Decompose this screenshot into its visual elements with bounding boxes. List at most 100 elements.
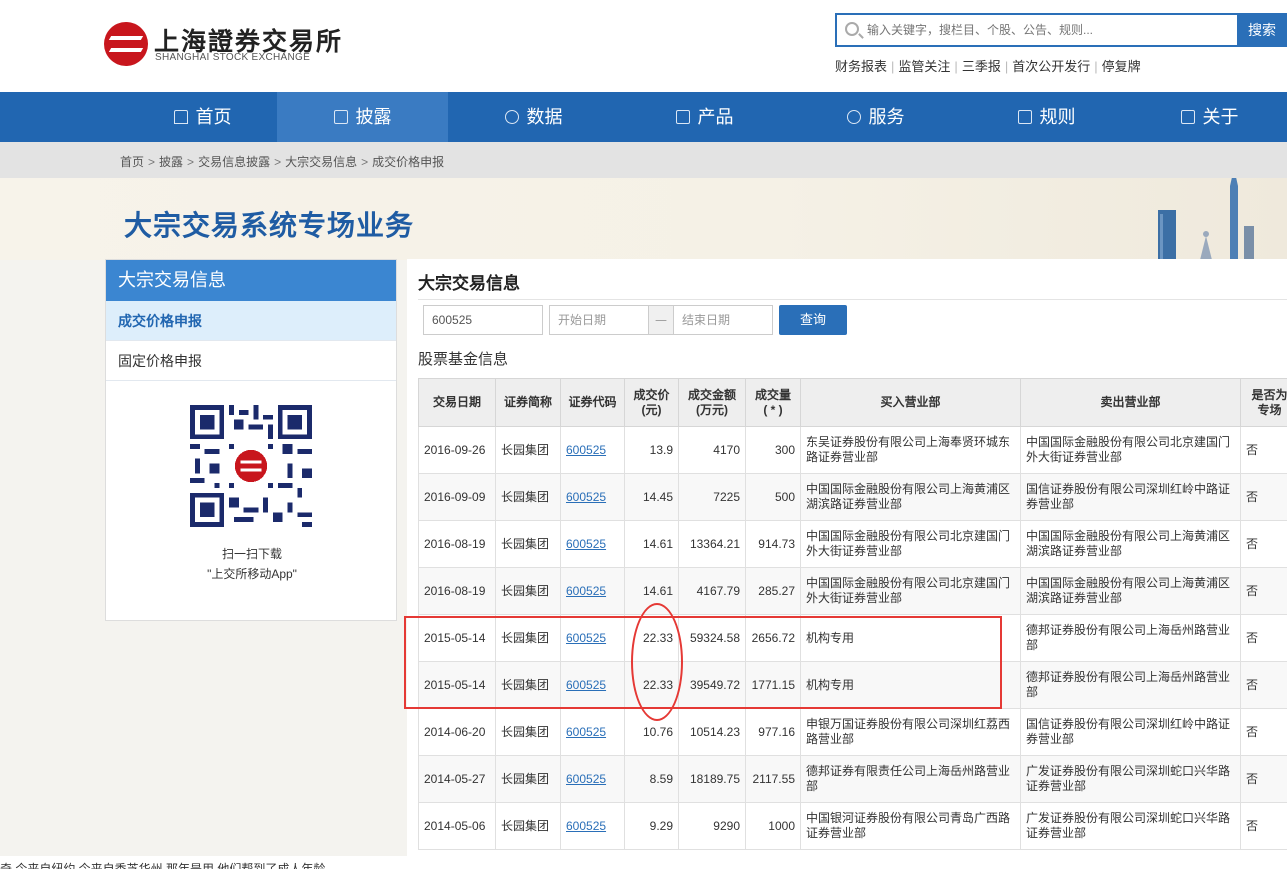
special-cell: 否 [1240,661,1287,709]
quick-link-financial-report[interactable]: 财务报表 [835,59,891,74]
security-code-cell: 600525 [560,661,625,709]
table-header-row: 交易日期 证券简称 证券代码 成交价 (元) 成交金额 (万元) 成交量 ( * ) 买入营… [418,378,1287,427]
sse-logo-icon [104,22,148,66]
search-icon [845,22,859,36]
short-name-cell: 长园集团 [495,520,561,568]
end-date-input[interactable]: 结束日期 [673,305,773,335]
block-trade-table: 交易日期 证券简称 证券代码 成交价 (元) 成交金额 (万元) 成交量 ( * ) 买入营… [418,378,1287,850]
sse-logo[interactable]: 上海證券交易所 SHANGHAI STOCK EXCHANGE [104,20,341,70]
volume-cell: 285.27 [745,567,801,615]
col-volume-header: 成交量 ( * ) [745,378,801,427]
price-cell: 13.9 [624,426,679,474]
sidebar-item-trade-price[interactable]: 成交价格申报 [106,301,396,341]
logo-english-name: SHANGHAI STOCK EXCHANGE [155,52,311,63]
breadcrumb-block-trade[interactable]: 大宗交易信息 [285,155,357,169]
quick-links: 财务报表 | 监管关注 | 三季报 | 首次公开发行 | 停复牌 [835,56,1145,75]
start-date-input[interactable]: 开始日期 [549,305,649,335]
volume-cell: 977.16 [745,708,801,756]
price-cell: 14.45 [624,473,679,521]
security-code-cell: 600525 [560,520,625,568]
volume-cell: 1771.15 [745,661,801,709]
buyer-cell: 中国银河证券股份有限公司青岛广西路证券营业部 [800,802,1021,850]
security-code-link[interactable]: 600525 [566,678,606,692]
seller-cell: 德邦证券股份有限公司上海岳州路营业部 [1020,661,1241,709]
title-divider [418,299,1287,300]
security-code-input[interactable]: 600525 [423,305,543,335]
page-title: 大宗交易系统专场业务 [124,210,415,241]
sidebar: 大宗交易信息 成交价格申报 固定价格申报 扫一扫下载 "上交所移动App" [105,259,397,621]
quick-link-suspension[interactable]: 停复牌 [1098,59,1145,74]
special-cell: 否 [1240,520,1287,568]
trade-date-cell: 2016-09-26 [418,426,496,474]
search-button[interactable]: 搜索 [1237,13,1287,47]
security-code-cell: 600525 [560,802,625,850]
price-cell: 14.61 [624,567,679,615]
quick-link-q3-report[interactable]: 三季报 [958,59,1005,74]
amount-cell: 4170 [678,426,746,474]
nav-item-services[interactable]: 服务 [790,92,961,142]
nav-item-data[interactable]: 数据 [448,92,619,142]
query-button[interactable]: 查询 [779,305,847,335]
security-code-link[interactable]: 600525 [566,772,606,786]
security-code-link[interactable]: 600525 [566,725,606,739]
breadcrumb: 首页 > 披露 > 交易信息披露 > 大宗交易信息 > 成交价格申报 [120,155,445,169]
nav-item-products[interactable]: 产品 [619,92,790,142]
nav-item-disclosure[interactable]: 披露 [277,92,448,142]
short-name-cell: 长园集团 [495,661,561,709]
security-code-link[interactable]: 600525 [566,631,606,645]
nav-item-home[interactable]: 首页 [117,92,288,142]
nav-item-about[interactable]: 关于 [1132,92,1287,142]
amount-cell: 13364.21 [678,520,746,568]
buyer-cell: 机构专用 [800,614,1021,662]
table-row: 2014-05-06 长园集团 600525 9.29 9290 1000 中国银河证券股份… [418,802,1287,850]
table-row: 2016-09-09 长园集团 600525 14.45 7225 500 中国国际金融股份… [418,473,1287,521]
volume-cell: 1000 [745,802,801,850]
volume-cell: 500 [745,473,801,521]
col-buyer-header: 买入营业部 [800,378,1021,427]
home-icon [173,110,188,124]
col-seller-header: 卖出营业部 [1020,378,1241,427]
security-code-link[interactable]: 600525 [566,443,606,457]
security-code-cell: 600525 [560,755,625,803]
special-cell: 否 [1240,755,1287,803]
main-title: 大宗交易信息 [418,274,520,293]
special-cell: 否 [1240,473,1287,521]
search-input[interactable] [867,15,1227,45]
document-icon [333,110,348,124]
seller-cell: 中国国际金融股份有限公司北京建国门外大街证券营业部 [1020,426,1241,474]
breadcrumb-disclosure[interactable]: 披露 [159,155,183,169]
section-title: 股票基金信息 [418,351,509,368]
breadcrumb-home[interactable]: 首页 [120,155,144,169]
search-box [835,13,1237,47]
sidebar-item-fixed-price[interactable]: 固定价格申报 [106,341,396,381]
short-name-cell: 长园集团 [495,473,561,521]
table-row: 2016-08-19 长园集团 600525 14.61 4167.79 285.27 中国… [418,567,1287,615]
special-cell: 否 [1240,802,1287,850]
short-name-cell: 长园集团 [495,755,561,803]
qr-code-image [190,405,312,527]
buyer-cell: 中国国际金融股份有限公司北京建国门外大街证券营业部 [800,567,1021,615]
special-cell: 否 [1240,567,1287,615]
seller-cell: 国信证券股份有限公司深圳红岭中路证券营业部 [1020,708,1241,756]
seller-cell: 德邦证券股份有限公司上海岳州路营业部 [1020,614,1241,662]
breadcrumb-trade-disclosure[interactable]: 交易信息披露 [198,155,270,169]
security-code-link[interactable]: 600525 [566,584,606,598]
security-code-cell: 600525 [560,708,625,756]
page-banner: 大宗交易系统专场业务 [0,178,1287,260]
main-nav: 首页 披露 数据 产品 服务 规则 关于 [0,92,1287,142]
security-code-link[interactable]: 600525 [566,537,606,551]
buyer-cell: 中国国际金融股份有限公司上海黄浦区湖滨路证券营业部 [800,473,1021,521]
security-code-link[interactable]: 600525 [566,490,606,504]
buyer-cell: 申银万国证券股份有限公司深圳红荔西路营业部 [800,708,1021,756]
table-row: 2015-05-14 长园集团 600525 22.33 39549.72 1771.15… [418,661,1287,709]
table-row: 2014-06-20 长园集团 600525 10.76 10514.23 977.16 申… [418,708,1287,756]
special-cell: 否 [1240,614,1287,662]
amount-cell: 4167.79 [678,567,746,615]
quick-link-ipo[interactable]: 首次公开发行 [1008,59,1094,74]
col-short-name-header: 证券简称 [495,378,561,427]
security-code-link[interactable]: 600525 [566,819,606,833]
quick-link-regulatory-concern[interactable]: 监管关注 [894,59,954,74]
nav-item-rules[interactable]: 规则 [961,92,1132,142]
amount-cell: 9290 [678,802,746,850]
breadcrumb-current: 成交价格申报 [372,155,445,169]
